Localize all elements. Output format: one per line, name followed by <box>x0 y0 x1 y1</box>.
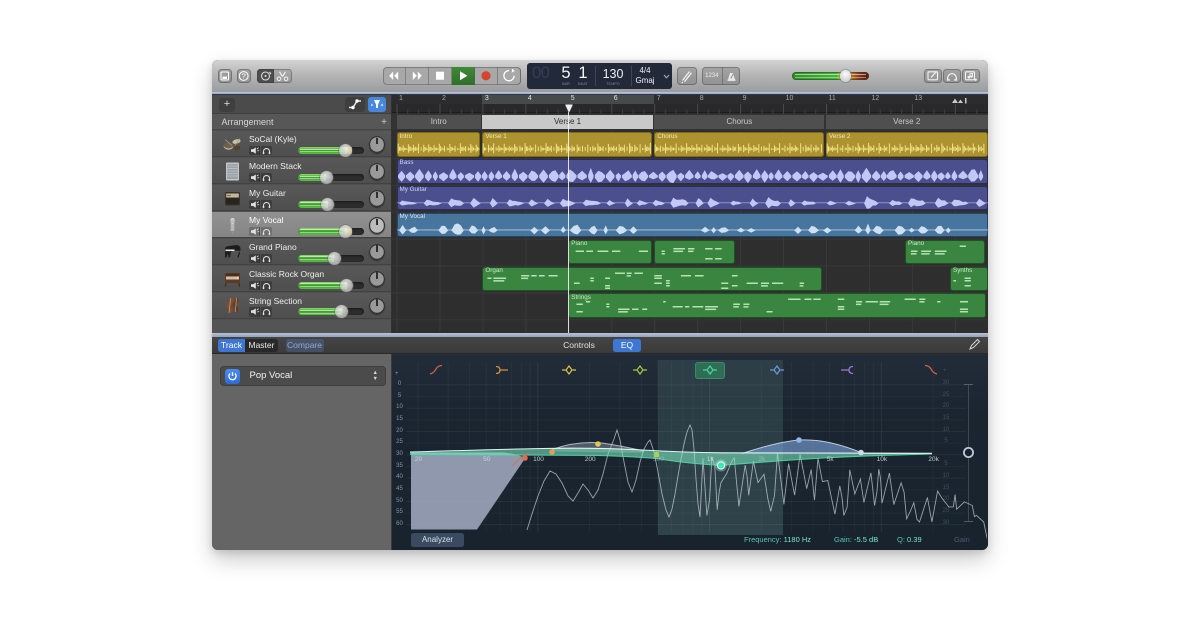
svg-text:?: ? <box>242 71 246 80</box>
